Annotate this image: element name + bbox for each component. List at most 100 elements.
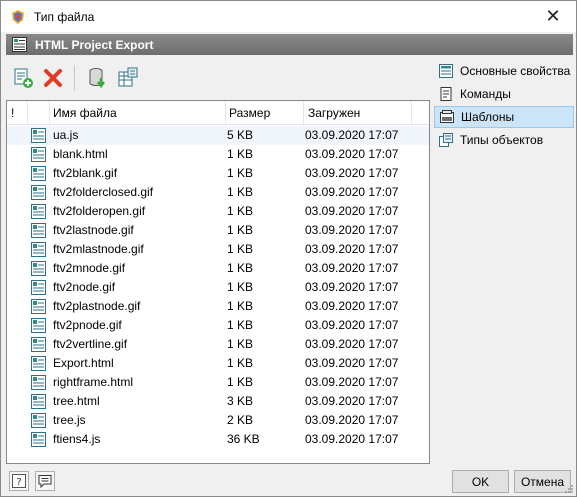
close-icon: ✕ — [545, 6, 561, 27]
file-date: 03.09.2020 17:07 — [305, 166, 399, 180]
file-size: 1 KB — [227, 223, 254, 237]
table-row[interactable]: rightframe.html 1 KB 03.09.2020 17:07 — [7, 373, 429, 392]
file-date: 03.09.2020 17:07 — [305, 128, 399, 142]
file-date: 03.09.2020 17:07 — [305, 432, 399, 446]
resize-grip-icon[interactable] — [564, 484, 574, 494]
table-row[interactable]: ua.js 5 KB 03.09.2020 17:07 — [7, 126, 429, 145]
cancel-button[interactable]: Отмена — [514, 470, 571, 493]
list-rows: ua.js 5 KB 03.09.2020 17:07 blank.html 1 KB 0… — [7, 126, 429, 449]
file-size: 1 KB — [227, 242, 254, 256]
object-types-icon — [439, 133, 453, 147]
comment-icon — [38, 475, 52, 488]
file-icon — [31, 432, 46, 447]
file-size: 3 KB — [227, 394, 254, 408]
file-icon — [31, 204, 46, 219]
table-row[interactable]: ftv2folderopen.gif 1 KB 03.09.2020 17:07 — [7, 202, 429, 221]
add-file-button[interactable] — [10, 65, 36, 91]
file-size: 1 KB — [227, 185, 254, 199]
sidebar-item-label: Основные свойства — [460, 64, 571, 78]
file-icon — [31, 223, 46, 238]
help-button[interactable]: ? — [9, 471, 29, 491]
column-divider — [411, 101, 412, 125]
section-header: HTML Project Export — [6, 34, 573, 55]
file-icon — [31, 280, 46, 295]
file-size: 1 KB — [227, 261, 254, 275]
column-header-loaded[interactable]: Загружен — [308, 101, 360, 125]
file-size: 1 KB — [227, 337, 254, 351]
file-name: rightframe.html — [53, 375, 134, 389]
file-name: ftv2lastnode.gif — [53, 223, 134, 237]
toolbar — [6, 59, 431, 97]
close-button[interactable]: ✕ — [530, 1, 576, 32]
title-bar: Тип файла ✕ — [1, 1, 576, 32]
file-date: 03.09.2020 17:07 — [305, 204, 399, 218]
file-name: tree.html — [53, 394, 100, 408]
file-icon — [31, 166, 46, 181]
table-row[interactable]: blank.html 1 KB 03.09.2020 17:07 — [7, 145, 429, 164]
table-row[interactable]: tree.js 2 KB 03.09.2020 17:07 — [7, 411, 429, 430]
svg-text:?: ? — [16, 477, 21, 488]
sidebar-item-object-types[interactable]: Типы объектов — [434, 129, 574, 151]
file-name: ftv2node.gif — [53, 280, 116, 294]
table-row[interactable]: ftv2mnode.gif 1 KB 03.09.2020 17:07 — [7, 259, 429, 278]
file-name: ftv2folderopen.gif — [53, 204, 146, 218]
column-divider — [27, 101, 28, 125]
column-divider — [225, 101, 226, 125]
sidebar-item-label: Команды — [460, 87, 511, 101]
help-icon: ? — [12, 474, 26, 488]
column-header-size[interactable]: Размер — [229, 101, 270, 125]
sidebar-item-label: Шаблоны — [461, 110, 515, 124]
export-button[interactable] — [115, 65, 141, 91]
table-row[interactable]: tree.html 3 KB 03.09.2020 17:07 — [7, 392, 429, 411]
file-name: ftv2folderclosed.gif — [53, 185, 154, 199]
sidebar-item-templates[interactable]: Шаблоны — [434, 106, 574, 128]
sidebar-item-main-properties[interactable]: Основные свойства — [434, 60, 574, 82]
table-row[interactable]: ftv2mlastnode.gif 1 KB 03.09.2020 17:07 — [7, 240, 429, 259]
table-row[interactable]: ftv2plastnode.gif 1 KB 03.09.2020 17:07 — [7, 297, 429, 316]
comment-button[interactable] — [35, 471, 55, 491]
column-header-name[interactable]: Имя файла — [53, 101, 117, 125]
file-date: 03.09.2020 17:07 — [305, 356, 399, 370]
commands-icon — [440, 87, 452, 101]
file-date: 03.09.2020 17:07 — [305, 413, 399, 427]
table-row[interactable]: ftv2blank.gif 1 KB 03.09.2020 17:07 — [7, 164, 429, 183]
file-date: 03.09.2020 17:07 — [305, 280, 399, 294]
file-type-dialog: Тип файла ✕ HTML Project Export ! Имя фа… — [0, 0, 577, 497]
table-row[interactable]: ftiens4.js 36 KB 03.09.2020 17:07 — [7, 430, 429, 449]
table-row[interactable]: ftv2node.gif 1 KB 03.09.2020 17:07 — [7, 278, 429, 297]
column-divider — [49, 101, 50, 125]
ok-button[interactable]: OK — [452, 470, 509, 493]
section-title: HTML Project Export — [35, 37, 154, 52]
file-name: ftv2mlastnode.gif — [53, 242, 144, 256]
toolbar-separator — [74, 65, 75, 91]
properties-icon — [439, 64, 453, 78]
file-size: 1 KB — [227, 375, 254, 389]
delete-button[interactable] — [40, 65, 66, 91]
file-name: ftv2plastnode.gif — [53, 299, 141, 313]
file-name: ftv2mnode.gif — [53, 261, 126, 275]
file-icon — [31, 185, 46, 200]
file-list[interactable]: ! Имя файла Размер Загружен ua.js 5 KB 03.… — [6, 100, 430, 464]
window-title: Тип файла — [34, 9, 95, 24]
file-name: tree.js — [53, 413, 86, 427]
table-row[interactable]: ftv2pnode.gif 1 KB 03.09.2020 17:07 — [7, 316, 429, 335]
templates-icon — [440, 110, 454, 123]
file-date: 03.09.2020 17:07 — [305, 375, 399, 389]
table-row[interactable]: ftv2vertline.gif 1 KB 03.09.2020 17:07 — [7, 335, 429, 354]
file-size: 2 KB — [227, 413, 254, 427]
file-size: 36 KB — [227, 432, 260, 446]
file-size: 1 KB — [227, 280, 254, 294]
import-button[interactable] — [85, 65, 111, 91]
file-name: ua.js — [53, 128, 79, 142]
table-row[interactable]: ftv2folderclosed.gif 1 KB 03.09.2020 17:07 — [7, 183, 429, 202]
table-row[interactable]: ftv2lastnode.gif 1 KB 03.09.2020 17:07 — [7, 221, 429, 240]
file-date: 03.09.2020 17:07 — [305, 318, 399, 332]
sidebar-nav: Основные свойства Команды Шаблоны Типы о… — [434, 60, 574, 152]
column-header-flag[interactable]: ! — [11, 101, 14, 125]
file-name: ftv2pnode.gif — [53, 318, 122, 332]
file-date: 03.09.2020 17:07 — [305, 242, 399, 256]
file-date: 03.09.2020 17:07 — [305, 394, 399, 408]
grid-form-icon — [12, 37, 27, 52]
sidebar-item-commands[interactable]: Команды — [434, 83, 574, 105]
table-row[interactable]: Export.html 1 KB 03.09.2020 17:07 — [7, 354, 429, 373]
